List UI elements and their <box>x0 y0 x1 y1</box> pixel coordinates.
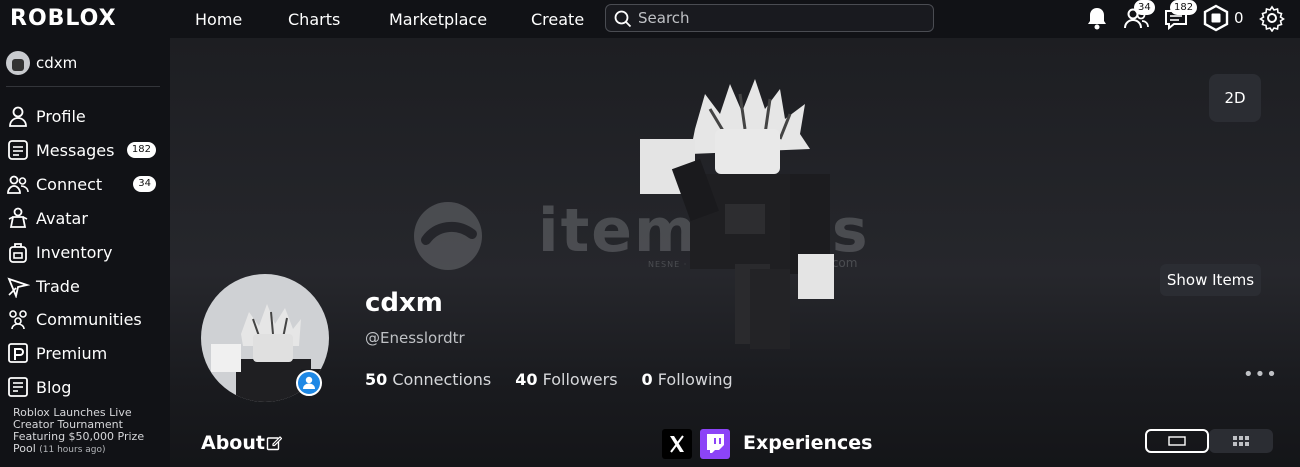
communities-icon <box>9 310 27 330</box>
profile-username-handle: @Enesslordtr <box>365 329 465 347</box>
backpack-icon <box>9 243 27 263</box>
sidebar-item-label: Trade <box>36 276 80 296</box>
sidebar-item-avatar[interactable]: Avatar <box>6 205 156 231</box>
people-icon <box>7 175 29 194</box>
sidebar-item-communities[interactable]: Communities <box>6 306 156 332</box>
followers-stat[interactable]: 40 Followers <box>515 370 617 389</box>
sidebar-item-label: Inventory <box>36 242 113 262</box>
watermark-logo-icon <box>414 202 482 270</box>
sidebar-item-blog[interactable]: Blog <box>6 374 156 400</box>
sidebar-item-messages[interactable]: Messages 182 <box>6 137 156 163</box>
grid-view-button[interactable] <box>1209 429 1273 453</box>
grid-view-icon <box>1233 436 1249 446</box>
roblox-logo[interactable]: ROBLOX <box>10 6 117 31</box>
twitch-logo-icon <box>707 434 724 453</box>
nav-home[interactable]: Home <box>195 10 242 29</box>
sidebar-item-connect[interactable]: Connect 34 <box>6 171 156 197</box>
robux-balance[interactable]: 0 <box>1234 9 1244 27</box>
sidebar-username: cdxm <box>36 54 78 72</box>
following-count: 0 <box>641 370 653 389</box>
following-stat[interactable]: 0 Following <box>642 370 733 389</box>
connections-count: 50 <box>365 370 388 389</box>
sidebar-item-label: Avatar <box>36 208 88 228</box>
avatar-3d-render[interactable] <box>630 74 870 349</box>
nav-marketplace[interactable]: Marketplace <box>389 10 487 29</box>
nav-create[interactable]: Create <box>531 10 584 29</box>
edit-icon[interactable] <box>266 435 282 451</box>
messages-count-badge: 182 <box>126 142 156 158</box>
notification-bell-icon[interactable] <box>1083 4 1111 32</box>
profile-hero: itemsatis NESNE · OYUN · İTEM · E-PIN .c… <box>170 38 1300 467</box>
left-sidebar: cdxm Profile Messages 182 Connect 34 Ava… <box>0 38 170 467</box>
connect-count-badge: 34 <box>133 176 156 192</box>
connections-label: Connections <box>392 370 492 389</box>
trade-icon <box>7 277 30 298</box>
sidebar-item-label: Messages <box>36 140 115 160</box>
sidebar-item-profile[interactable]: Profile <box>6 103 156 129</box>
messages-badge: 182 <box>1170 0 1198 15</box>
messages-icon <box>8 140 28 160</box>
sidebar-divider <box>6 86 160 87</box>
list-view-icon <box>1168 436 1186 446</box>
more-options-button[interactable]: ••• <box>1243 364 1278 385</box>
search-icon <box>614 10 632 28</box>
twitch-social-link[interactable] <box>700 429 730 459</box>
person-icon <box>9 106 27 127</box>
sidebar-item-label: Communities <box>36 309 142 329</box>
sidebar-item-inventory[interactable]: Inventory <box>6 239 156 265</box>
premium-icon <box>8 343 28 363</box>
followers-label: Followers <box>542 370 618 389</box>
view-mode-toggle <box>1145 429 1273 453</box>
sidebar-item-trade[interactable]: Trade <box>6 273 156 299</box>
toggle-2d-button[interactable]: 2D <box>1209 74 1261 122</box>
robux-icon[interactable] <box>1202 4 1230 32</box>
experiences-heading: Experiences <box>743 432 873 454</box>
sidebar-item-label: Profile <box>36 106 86 126</box>
sidebar-item-label: Blog <box>36 377 72 397</box>
sidebar-item-premium[interactable]: Premium <box>6 340 156 366</box>
top-navigation-bar: ROBLOX Home Charts Marketplace Create 34… <box>0 0 1300 38</box>
profile-display-name: cdxm <box>365 288 443 318</box>
profile-stats: 50 Connections 40 Followers 0 Following <box>365 370 733 389</box>
following-label: Following <box>657 370 733 389</box>
blog-post-link[interactable]: Roblox Launches Live Creator Tournament … <box>13 407 158 456</box>
x-social-link[interactable] <box>662 429 692 459</box>
list-view-button[interactable] <box>1145 429 1209 453</box>
blog-icon <box>8 377 28 397</box>
nav-charts[interactable]: Charts <box>288 10 340 29</box>
sidebar-item-label: Premium <box>36 343 108 363</box>
friends-badge: 34 <box>1134 0 1155 15</box>
about-heading: About <box>201 432 265 454</box>
show-items-button[interactable]: Show Items <box>1160 264 1261 296</box>
person-status-icon <box>303 376 315 389</box>
search-box[interactable] <box>605 4 934 32</box>
x-logo-icon <box>670 435 684 453</box>
search-input[interactable] <box>638 8 918 28</box>
settings-gear-icon[interactable] <box>1258 4 1286 32</box>
online-status-badge <box>296 370 322 396</box>
blog-post-time: (11 hours ago) <box>39 445 106 455</box>
avatar-icon <box>8 207 28 228</box>
followers-count: 40 <box>515 370 538 389</box>
sidebar-user[interactable]: cdxm <box>6 50 77 76</box>
sidebar-item-label: Connect <box>36 174 103 194</box>
sidebar-avatar <box>6 51 30 75</box>
connections-stat[interactable]: 50 Connections <box>365 370 491 389</box>
